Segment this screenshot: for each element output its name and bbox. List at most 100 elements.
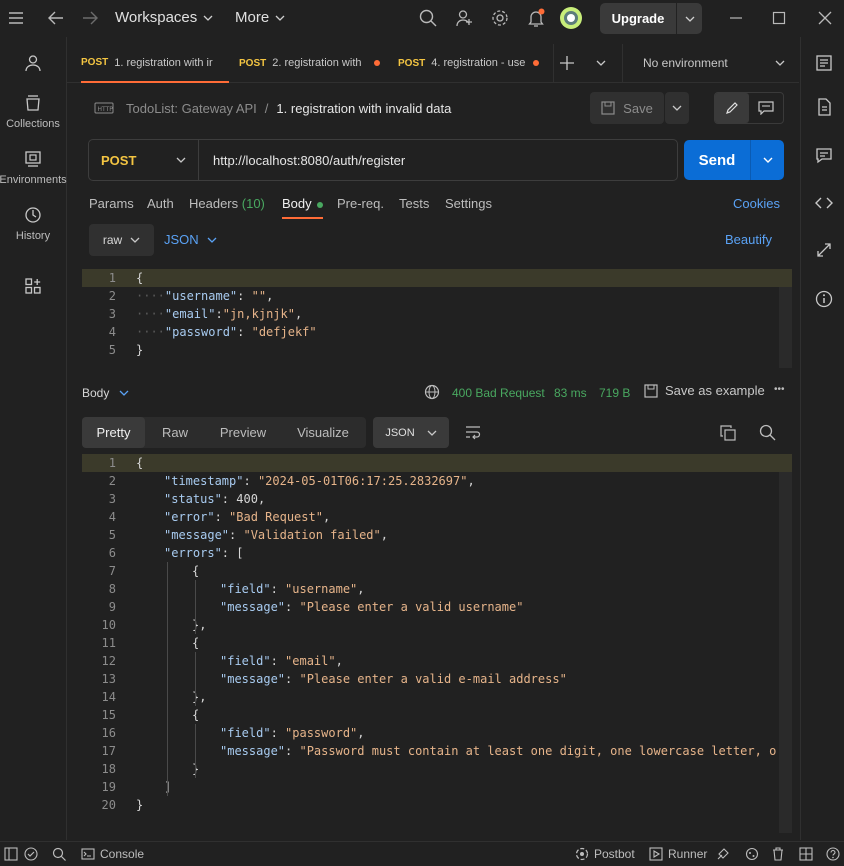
send-button[interactable]: Send [684,140,784,180]
code-line: 3 ····"email":"jn,kjnjk", [82,305,792,323]
chevron-down-icon [119,390,129,396]
save-button[interactable]: Save [590,92,664,124]
body-language-select[interactable]: JSON [164,232,217,247]
tab-visualize[interactable]: Visualize [288,417,358,448]
chevron-down-icon [427,430,437,436]
response-body-select[interactable]: Body [82,386,129,400]
environment-quicklook-icon[interactable] [813,52,835,74]
url-bar: POST http://localhost:8080/auth/register [88,139,678,181]
sidebar-item-collections[interactable]: Collections [0,94,66,130]
tab-preview[interactable]: Preview [210,417,276,448]
indent-guide [195,580,196,634]
response-body-viewer[interactable]: 1{2 "timestamp": "2024-05-01T06:17:25.283… [82,453,792,833]
url-input[interactable]: http://localhost:8080/auth/register [199,140,677,180]
response-time[interactable]: 83 ms [554,386,587,400]
tab-raw[interactable]: Raw [154,417,196,448]
tab-pretty[interactable]: Pretty [82,417,145,448]
tab-divider [622,44,623,82]
tab-params[interactable]: Params [89,196,134,211]
globe-icon[interactable] [424,384,440,400]
help-icon[interactable] [826,847,840,861]
maximize-icon[interactable] [767,6,791,30]
send-options-chevron-icon[interactable] [751,140,784,180]
minimize-icon[interactable] [724,6,748,30]
proxy-capture-icon[interactable] [716,847,730,861]
forward-arrow-icon[interactable] [78,6,102,30]
notifications-bell-icon[interactable] [524,6,548,30]
code-line: 1{ [82,454,792,472]
tab-request-2[interactable]: POST 2. registration with [239,44,389,82]
environment-select[interactable]: No environment [643,44,785,82]
new-tab-plus-icon[interactable] [560,44,574,82]
body-mode-select[interactable]: raw [89,224,154,256]
response-size[interactable]: 719 B [599,386,630,400]
postbot-button[interactable]: Postbot [575,847,635,861]
beautify-link[interactable]: Beautify [725,232,772,247]
comments-icon[interactable] [813,144,835,166]
tab-tests[interactable]: Tests [399,196,429,211]
method-select[interactable]: POST [89,140,199,180]
top-bar: Workspaces More Upgrade [0,0,844,37]
more-options-icon[interactable]: ••• [774,384,785,395]
tab-settings[interactable]: Settings [445,196,492,211]
save-as-example-button[interactable]: Save as example [644,383,765,398]
account-icon[interactable] [0,54,66,72]
cookies-link[interactable]: Cookies [733,196,780,211]
upgrade-button[interactable]: Upgrade [600,3,702,34]
workspaces-menu[interactable]: Workspaces [115,9,213,26]
tab-auth[interactable]: Auth [147,196,174,211]
invite-user-icon[interactable] [452,6,476,30]
runner-button[interactable]: Runner [649,847,707,861]
back-arrow-icon[interactable] [44,6,68,30]
more-label: More [235,9,270,26]
console-button[interactable]: Console [81,847,144,861]
tab-headers[interactable]: Headers (10) [189,196,265,211]
status-badge[interactable]: 400 Bad Request [452,386,545,400]
related-collections-icon[interactable] [813,239,835,261]
code-icon[interactable] [813,192,835,214]
settings-gear-icon[interactable] [488,6,512,30]
breadcrumb-collection[interactable]: TodoList: Gateway API [126,101,257,116]
sidebar-item-environments[interactable]: Environments [0,150,67,186]
tab-prereq[interactable]: Pre-req. [337,196,384,211]
documentation-icon[interactable] [813,96,835,118]
code-text: { [136,456,144,470]
comment-view-icon[interactable] [749,93,783,123]
sidebar-item-history[interactable]: History [0,206,66,242]
line-number: 14 [101,690,116,704]
menu-icon[interactable] [4,6,28,30]
two-pane-view-icon[interactable] [799,847,813,861]
code-text: { [136,271,144,285]
code-text: { [192,636,200,650]
request-title[interactable]: 1. registration with invalid data [276,101,451,116]
request-body-editor[interactable]: 1{2 ····"username": "", 3 ····"email":"jn,k… [82,268,792,368]
chevron-down-icon[interactable] [677,3,702,34]
info-icon[interactable] [813,288,835,310]
add-workbench-icon[interactable] [0,277,66,295]
postbot-label: Postbot [594,847,635,861]
body-language-value: JSON [164,232,199,247]
more-menu[interactable]: More [235,9,285,26]
find-icon[interactable] [52,847,66,861]
copy-icon[interactable] [720,425,736,441]
online-status-icon[interactable] [24,847,38,861]
tab-request-4[interactable]: POST 4. registration - use [398,44,543,82]
response-format-select[interactable]: JSON [373,417,449,448]
code-line: 15 { [82,706,792,724]
pencil-icon[interactable] [715,93,749,123]
tab-body[interactable]: Body [282,196,324,219]
search-icon[interactable] [759,424,776,441]
search-icon[interactable] [416,6,440,30]
cookies-icon[interactable] [745,847,759,861]
breadcrumb: HTTP TodoList: Gateway API / 1. registra… [94,97,451,119]
trash-icon[interactable] [771,847,785,861]
code-line: 14}, [82,688,792,706]
tabs-dropdown-chevron-icon[interactable] [596,44,606,82]
avatar[interactable] [559,6,583,30]
toggle-sidebar-icon[interactable] [4,847,18,861]
line-number: 20 [101,798,116,812]
wrap-lines-icon[interactable] [464,424,482,440]
close-icon[interactable] [813,6,837,30]
tab-request-1[interactable]: POST 1. registration with ir [81,44,229,83]
save-options-chevron-icon[interactable] [665,92,689,124]
